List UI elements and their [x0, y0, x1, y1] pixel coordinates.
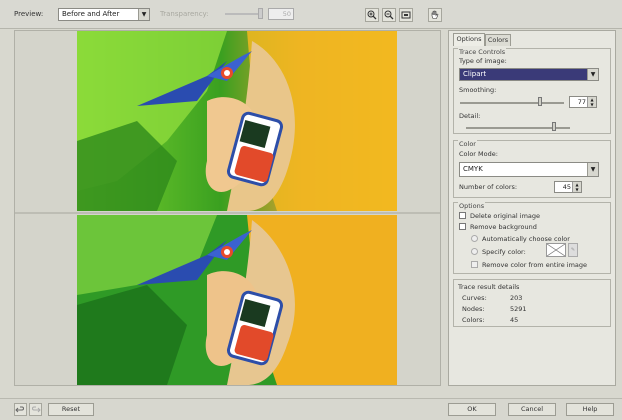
remove-background-checkbox[interactable]	[459, 223, 466, 230]
delete-original-checkbox[interactable]	[459, 212, 466, 219]
color-mode-select[interactable]: CMYK ▼	[459, 162, 599, 177]
auto-choose-color-radio[interactable]	[471, 235, 478, 242]
colors-value: 45	[510, 316, 519, 324]
color-mode-label: Color Mode:	[459, 150, 498, 158]
chevron-down-icon[interactable]: ▼	[587, 163, 598, 176]
trace-controls-title: Trace Controls	[458, 48, 507, 56]
redo-icon[interactable]	[29, 403, 42, 416]
zoom-out-icon[interactable]	[382, 8, 396, 22]
transparency-value[interactable]: 50	[268, 8, 294, 20]
colors-label: Colors:	[462, 316, 485, 324]
chevron-down-icon[interactable]: ▼	[587, 69, 598, 80]
number-of-colors-value: 45	[562, 183, 571, 191]
detail-slider-thumb[interactable]	[552, 122, 557, 131]
dialog-footer: Reset OK Cancel Help	[0, 398, 622, 420]
color-title: Color	[458, 140, 477, 148]
options-group: Options Delete original image Remove bac…	[453, 202, 611, 274]
zoom-in-icon[interactable]	[365, 8, 379, 22]
smoothing-slider-thumb[interactable]	[538, 97, 543, 106]
trace-result-group: Trace result details Curves: 203 Nodes: …	[453, 279, 611, 327]
color-mode-value: CMYK	[463, 165, 483, 173]
nodes-label: Nodes:	[462, 305, 485, 313]
specify-color-label: Specify color:	[482, 248, 526, 256]
number-of-colors-label: Number of colors:	[459, 183, 518, 191]
preview-mode-value: Before and After	[62, 10, 120, 18]
options-title: Options	[458, 202, 486, 210]
spinner-arrows-icon[interactable]: ▲ ▼	[587, 97, 596, 107]
preview-toolbar: Preview: Before and After ▼ Transparency…	[0, 0, 622, 29]
settings-panel: Options Colors Trace Controls Type of im…	[448, 30, 616, 386]
type-of-image-value: Clipart	[463, 70, 487, 78]
specify-color-swatch[interactable]	[546, 243, 566, 257]
before-after-divider	[15, 212, 440, 214]
trace-result-title: Trace result details	[458, 283, 520, 291]
transparency-label: Transparency:	[160, 10, 209, 18]
undo-icon[interactable]	[14, 403, 27, 416]
detail-label: Detail:	[459, 112, 481, 120]
smoothing-value: 77	[577, 98, 586, 106]
smoothing-slider[interactable]	[460, 102, 564, 104]
preview-label: Preview:	[14, 10, 44, 18]
curves-value: 203	[510, 294, 523, 302]
pan-hand-icon[interactable]	[428, 8, 442, 22]
remove-entire-image-label: Remove color from entire image	[482, 261, 588, 269]
type-of-image-label: Type of image:	[459, 57, 507, 65]
spinner-arrows-icon[interactable]: ▲ ▼	[572, 182, 581, 192]
before-image	[77, 31, 397, 211]
trace-controls-group: Trace Controls Type of image: Clipart ▼ …	[453, 48, 611, 134]
nodes-value: 5291	[510, 305, 527, 313]
help-button[interactable]: Help	[566, 403, 614, 416]
reset-button[interactable]: Reset	[48, 403, 94, 416]
tab-options[interactable]: Options	[453, 33, 485, 46]
cancel-button[interactable]: Cancel	[508, 403, 556, 416]
remove-entire-image-checkbox[interactable]	[471, 261, 478, 268]
preview-mode-select[interactable]: Before and After ▼	[58, 8, 150, 21]
specify-color-radio[interactable]	[471, 248, 478, 255]
delete-original-label: Delete original image	[470, 212, 541, 220]
transparency-slider-thumb[interactable]	[258, 8, 263, 19]
auto-choose-color-label: Automatically choose color	[482, 235, 570, 243]
eyedropper-icon[interactable]: ✎	[568, 243, 578, 257]
curves-label: Curves:	[462, 294, 487, 302]
color-group: Color Color Mode: CMYK ▼ Number of color…	[453, 140, 611, 198]
fit-to-window-icon[interactable]	[399, 8, 413, 22]
after-image	[77, 215, 397, 385]
remove-background-label: Remove background	[470, 223, 537, 231]
chevron-down-icon[interactable]: ▼	[138, 9, 149, 20]
number-of-colors-spinner[interactable]: 45 ▲ ▼	[554, 181, 582, 193]
preview-area[interactable]	[14, 30, 441, 386]
tab-colors[interactable]: Colors	[485, 34, 511, 46]
smoothing-label: Smoothing:	[459, 86, 497, 94]
ok-button[interactable]: OK	[448, 403, 496, 416]
type-of-image-select[interactable]: Clipart ▼	[459, 68, 599, 81]
smoothing-spinner[interactable]: 77 ▲ ▼	[569, 96, 597, 108]
